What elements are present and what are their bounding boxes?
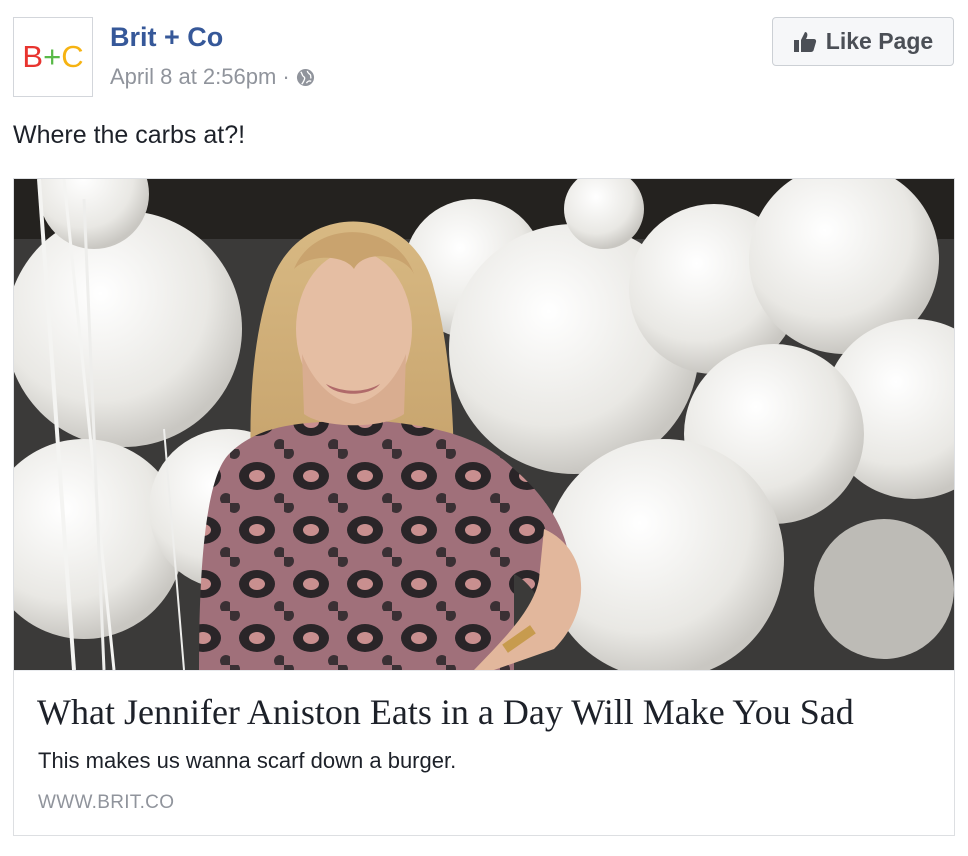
post-timestamp[interactable]: April 8 at 2:56pm (110, 64, 276, 90)
link-description: This makes us wanna scarf down a burger. (38, 748, 457, 773)
post-meta: April 8 at 2:56pm · (110, 64, 315, 90)
avatar-letter-b: B (22, 39, 44, 74)
thumbs-up-icon (793, 31, 816, 52)
page-name-link[interactable]: Brit + Co (110, 22, 223, 53)
link-domain: WWW.BRIT.CO (38, 792, 175, 813)
like-page-label: Like Page (825, 28, 934, 54)
like-page-button[interactable]: Like Page (772, 17, 954, 66)
link-preview-text: What Jennifer Aniston Eats in a Day Will… (14, 670, 954, 836)
link-title[interactable]: What Jennifer Aniston Eats in a Day Will… (37, 691, 854, 733)
avatar-letter-c: C (61, 39, 84, 74)
post-message: Where the carbs at?! (13, 121, 246, 149)
avatar-plus: + (43, 39, 62, 74)
page-avatar[interactable]: B + C (13, 17, 93, 97)
meta-separator: · (282, 64, 290, 89)
globe-icon[interactable] (296, 68, 315, 87)
link-preview-card[interactable]: What Jennifer Aniston Eats in a Day Will… (13, 178, 955, 836)
link-preview-image[interactable] (14, 179, 954, 670)
link-preview-photo (14, 179, 954, 670)
